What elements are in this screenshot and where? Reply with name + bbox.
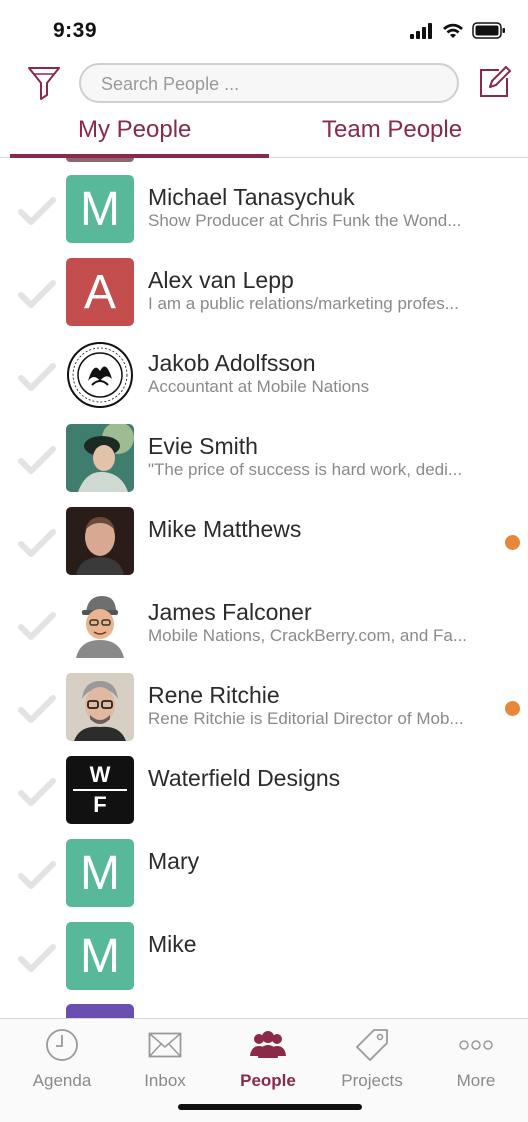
nav-label: People xyxy=(240,1071,296,1090)
avatar-letter: M xyxy=(80,929,120,983)
nav-label: More xyxy=(456,1071,496,1090)
list-item[interactable]: Evie Smith "The price of success is hard… xyxy=(0,424,528,507)
list-item[interactable]: M Mike xyxy=(0,922,528,1005)
list-item[interactable]: Mike Matthews xyxy=(0,507,528,590)
list-item[interactable]: Rene Ritchie Rene Ritchie is Editorial D… xyxy=(0,673,528,756)
checkmark-icon[interactable] xyxy=(18,861,56,891)
avatar: W F xyxy=(66,756,134,824)
home-indicator[interactable] xyxy=(178,1104,362,1110)
logo-letter-bottom: F xyxy=(93,792,107,817)
nav-projects[interactable]: Projects xyxy=(322,1025,422,1091)
checkmark-icon[interactable] xyxy=(18,446,56,476)
checkmark-icon[interactable] xyxy=(18,529,56,559)
compose-icon xyxy=(480,66,511,97)
photo-portrait-icon xyxy=(66,673,134,741)
person-name: James Falconer xyxy=(148,599,312,625)
unread-indicator xyxy=(505,701,520,716)
compose-button[interactable] xyxy=(475,64,513,102)
checkmark-icon[interactable] xyxy=(18,363,56,393)
nav-agenda[interactable]: Agenda xyxy=(12,1025,112,1091)
checkmark-icon[interactable] xyxy=(18,695,56,725)
unread-indicator xyxy=(505,535,520,550)
person-subtitle: Mobile Nations, CrackBerry.com, and Fa..… xyxy=(148,626,468,645)
avatar xyxy=(66,673,134,741)
person-name: Alex van Lepp xyxy=(148,267,294,293)
battery-icon xyxy=(472,22,505,39)
checkmark-icon[interactable] xyxy=(18,197,56,227)
status-icons xyxy=(410,22,506,39)
partial-avatar xyxy=(66,158,134,162)
filter-funnel-icon xyxy=(28,67,60,100)
tag-icon xyxy=(356,1029,388,1061)
list-item[interactable]: James Falconer Mobile Nations, CrackBerr… xyxy=(0,590,528,673)
signal-icon xyxy=(410,22,432,39)
status-bar: 9:39 xyxy=(0,0,528,62)
nav-people[interactable]: People xyxy=(218,1025,318,1091)
nav-label: Agenda xyxy=(32,1071,92,1090)
wifi-icon xyxy=(443,23,463,38)
list-item[interactable]: M Michael Tanasychuk Show Producer at Ch… xyxy=(0,175,528,258)
person-subtitle: "The price of success is hard work, dedi… xyxy=(148,460,463,479)
people-icon xyxy=(250,1031,286,1058)
people-list[interactable]: M Michael Tanasychuk Show Producer at Ch… xyxy=(0,158,528,1018)
logo-letter-top: W xyxy=(89,762,111,787)
avatar xyxy=(66,590,134,658)
checkmark-icon[interactable] xyxy=(18,944,56,974)
list-item[interactable]: A Alex van Lepp I am a public relations/… xyxy=(0,258,528,341)
search-placeholder: Search People ... xyxy=(101,74,240,94)
nav-inbox[interactable]: Inbox xyxy=(115,1025,215,1091)
envelope-icon xyxy=(148,1032,182,1058)
clock-icon xyxy=(46,1029,78,1061)
avatar-letter: A xyxy=(83,265,116,319)
photo-portrait-icon xyxy=(66,424,134,492)
avatar: M xyxy=(66,922,134,990)
avatar xyxy=(66,341,134,409)
person-name: Jakob Adolfsson xyxy=(148,350,316,376)
person-subtitle: Accountant at Mobile Nations xyxy=(148,377,370,396)
status-time: 9:39 xyxy=(53,19,98,42)
person-subtitle: I am a public relations/marketing profes… xyxy=(148,294,459,313)
cartoon-portrait-icon xyxy=(66,590,134,658)
university-seal-icon xyxy=(67,342,133,408)
checkmark-icon[interactable] xyxy=(18,280,56,310)
avatar-letter: M xyxy=(80,846,120,900)
person-name: Evie Smith xyxy=(148,433,258,459)
avatar xyxy=(66,424,134,492)
avatar: M xyxy=(66,839,134,907)
person-name: Michael Tanasychuk xyxy=(148,184,355,210)
nav-label: Projects xyxy=(341,1071,403,1090)
tab-bar: My People Team People xyxy=(0,106,528,158)
list-item[interactable]: W F Waterfield Designs xyxy=(0,756,528,839)
partial-avatar xyxy=(66,1004,134,1018)
search-input[interactable]: Search People ... xyxy=(79,63,459,103)
header: Search People ... xyxy=(0,62,528,106)
avatar-letter: M xyxy=(80,182,120,236)
person-subtitle: Rene Ritchie is Editorial Director of Mo… xyxy=(148,709,464,728)
logo-divider xyxy=(73,789,127,791)
more-dots-icon xyxy=(459,1040,493,1050)
nav-more[interactable]: More xyxy=(426,1025,526,1091)
tab-my-people[interactable]: My People xyxy=(78,116,191,144)
nav-label: Inbox xyxy=(144,1071,186,1090)
avatar xyxy=(66,507,134,575)
list-item[interactable]: Jakob Adolfsson Accountant at Mobile Nat… xyxy=(0,341,528,424)
filter-button[interactable] xyxy=(26,64,62,102)
person-name: Waterfield Designs xyxy=(148,765,341,791)
person-name: Mike xyxy=(148,931,197,957)
person-subtitle: Show Producer at Chris Funk the Wond... xyxy=(148,211,462,230)
checkmark-icon[interactable] xyxy=(18,778,56,808)
photo-portrait-icon xyxy=(66,507,134,575)
tab-team-people[interactable]: Team People xyxy=(322,116,462,144)
person-name: Rene Ritchie xyxy=(148,682,280,708)
avatar: M xyxy=(66,175,134,243)
person-name: Mary xyxy=(148,848,200,874)
checkmark-icon[interactable] xyxy=(18,612,56,642)
person-name: Mike Matthews xyxy=(148,516,302,542)
list-item[interactable]: M Mary xyxy=(0,839,528,922)
avatar: A xyxy=(66,258,134,326)
